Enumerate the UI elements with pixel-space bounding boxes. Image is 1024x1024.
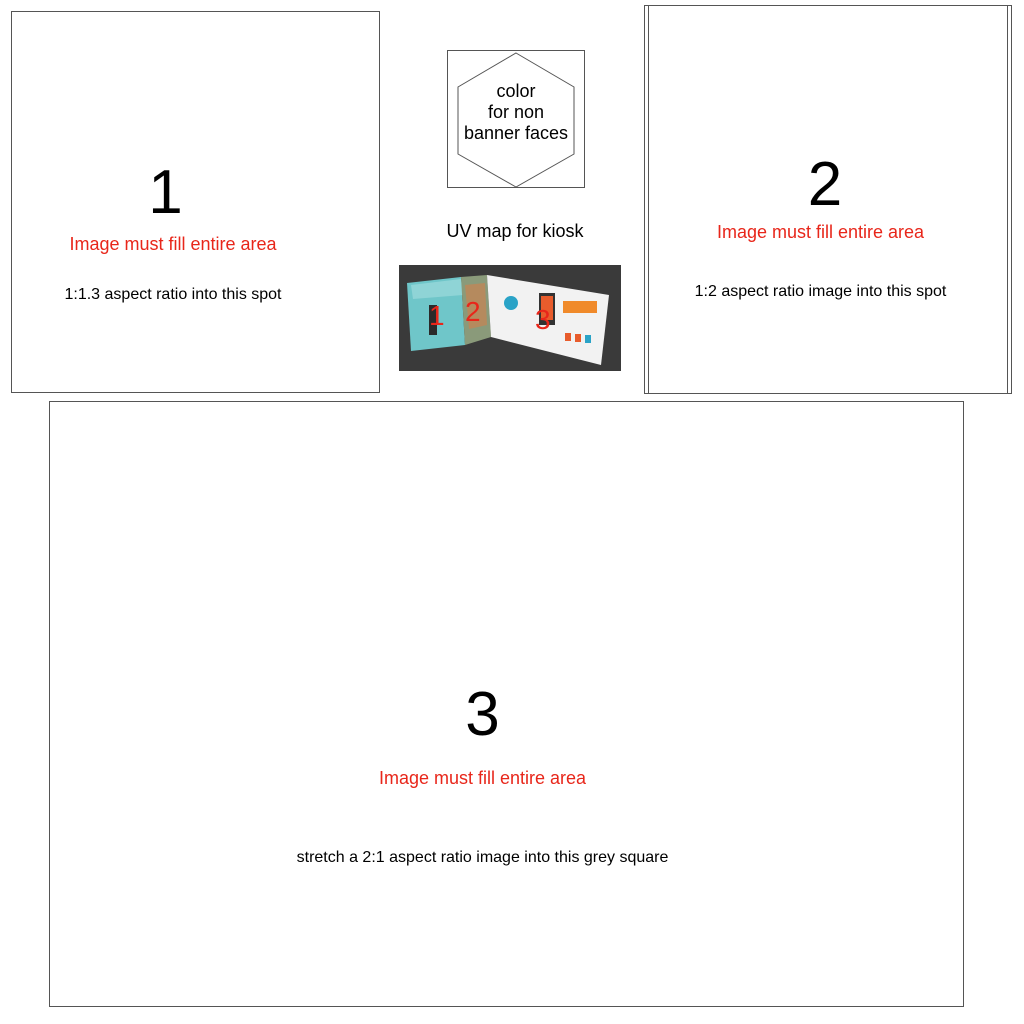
aspect-note: 1:2 aspect ratio image into this spot [694,283,947,300]
fill-warning: Image must fill entire area [69,234,277,254]
fill-warning: Image must fill entire area [716,222,925,242]
aspect-note: stretch a 2:1 aspect ratio image into th… [296,849,669,866]
image-slot-2: 2 Image must fill entire area 1:2 aspect… [644,5,1012,394]
slot-number: 1 [148,158,183,227]
uv-map-label: UV map for kiosk [446,221,584,241]
aspect-note: 1:1.3 aspect ratio into this spot [64,286,282,303]
swatch-line: for non [487,102,545,122]
slot-number: 3 [465,680,500,749]
kiosk-preview: 1 2 3 [399,265,621,371]
kiosk-render: 1 2 3 [407,275,609,365]
kiosk-label-2: 2 [465,296,481,327]
color-swatch: color for non banner faces [447,50,585,188]
swatch-line: banner faces [463,123,569,143]
swatch-line: color [496,81,536,101]
kiosk-label-1: 1 [429,300,445,331]
image-slot-3: 3 Image must fill entire area stretch a … [49,401,964,1007]
swatch-label: color for non banner faces [448,81,584,144]
slot-number: 2 [807,150,843,219]
kiosk-label-3: 3 [535,304,551,335]
image-slot-1: 1 Image must fill entire area 1:1.3 aspe… [11,11,380,393]
fill-warning: Image must fill entire area [378,768,587,788]
